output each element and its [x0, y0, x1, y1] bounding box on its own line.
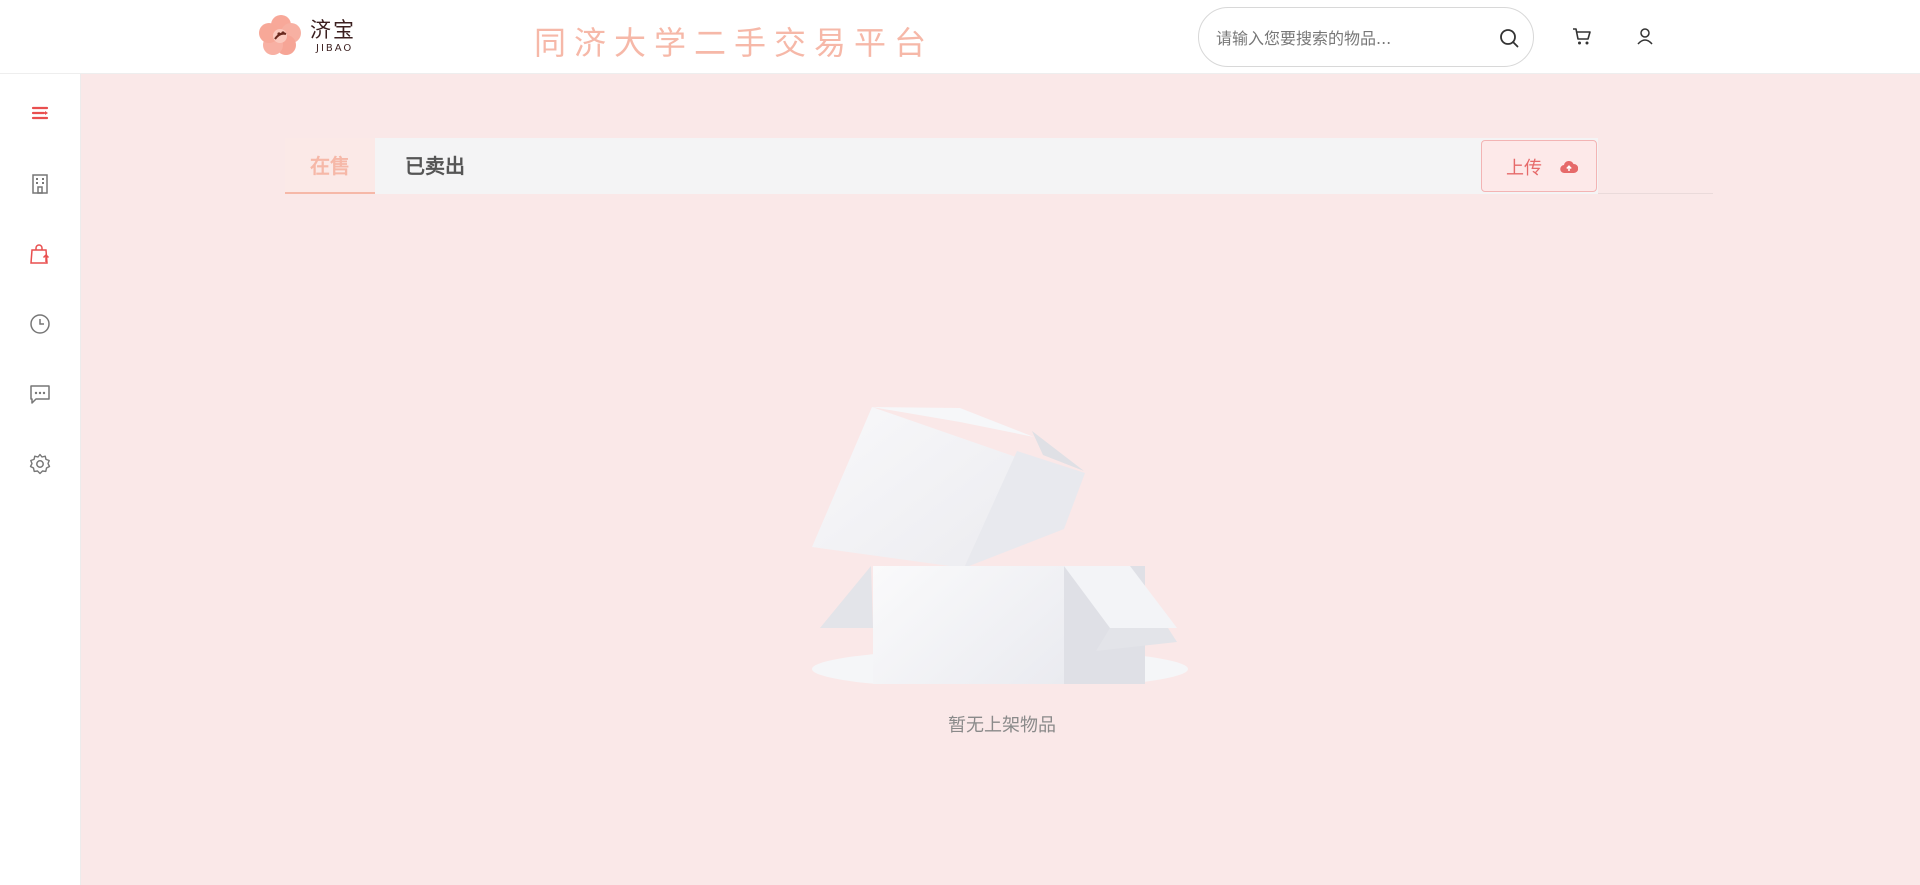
clock-icon[interactable]: [28, 312, 52, 336]
app-logo[interactable]: 济宝 JIBAO: [258, 12, 362, 58]
building-icon[interactable]: [28, 172, 52, 196]
sidebar: [0, 74, 81, 885]
empty-box-illustration: [812, 407, 1188, 684]
top-navbar: 济宝 JIBAO 同济大学二手交易平台: [0, 0, 1920, 74]
search-icon[interactable]: [1499, 28, 1519, 48]
tab-on-sale[interactable]: 在售: [285, 138, 375, 194]
logo-english-text: JIBAO: [316, 43, 354, 54]
empty-state-text: 暂无上架物品: [948, 715, 1056, 736]
platform-slogan: 同济大学二手交易平台: [534, 24, 935, 62]
cherry-blossom-logo-icon: [259, 15, 301, 55]
user-icon[interactable]: [1636, 27, 1654, 45]
tab-divider: [1598, 193, 1713, 194]
search-input[interactable]: [1216, 26, 1486, 50]
upload-button-label: 上传: [1506, 158, 1542, 179]
cart-icon[interactable]: [1572, 26, 1592, 46]
menu-icon[interactable]: [28, 101, 52, 125]
search-bar: [1198, 7, 1534, 67]
chat-icon[interactable]: [28, 382, 52, 406]
gear-icon[interactable]: [28, 452, 52, 476]
tab-bar: 在售 已卖出: [285, 138, 1598, 194]
upload-button[interactable]: 上传: [1481, 140, 1597, 192]
shopping-bag-upload-icon[interactable]: [28, 242, 52, 266]
cloud-upload-icon: [1560, 160, 1578, 174]
tab-sold[interactable]: 已卖出: [375, 138, 495, 194]
main-content: 在售 已卖出 上传 暂无上架物品: [81, 74, 1920, 885]
logo-chinese-text: 济宝: [310, 18, 356, 42]
